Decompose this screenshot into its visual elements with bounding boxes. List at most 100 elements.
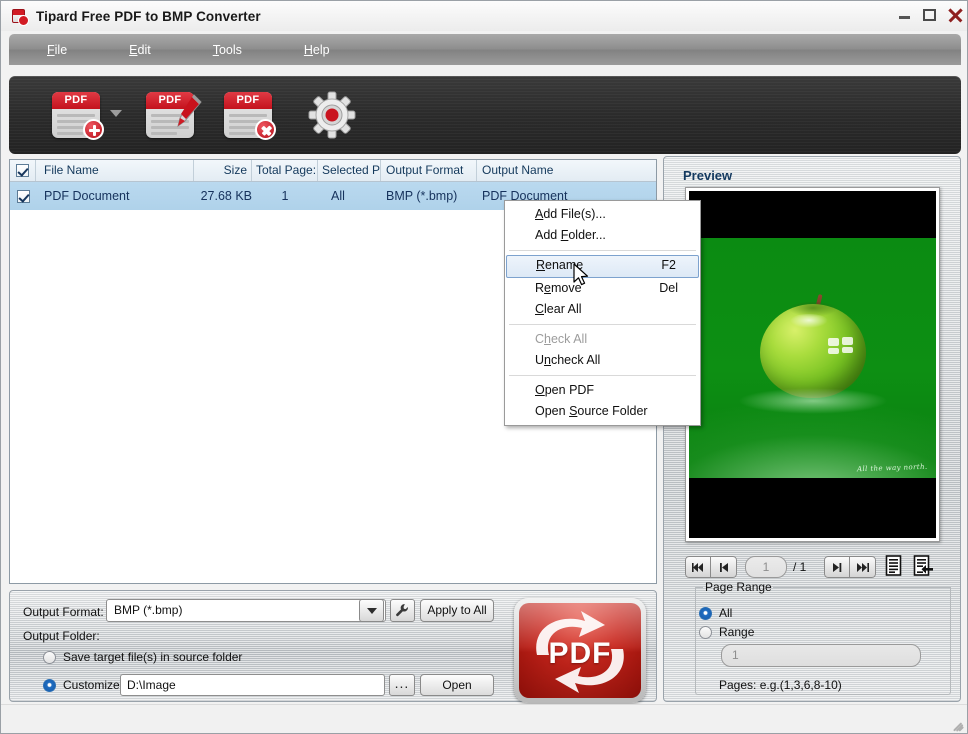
ctx-rename-mnemonic: R — [536, 258, 546, 272]
page-total-label: / 1 — [793, 560, 807, 574]
nav-left-group — [685, 556, 737, 578]
rename-pdf-button[interactable]: PDF — [146, 90, 202, 140]
menu-item-help[interactable]: Help — [294, 40, 340, 60]
ctx-add-folder-pre: Add — [535, 228, 561, 242]
remove-pdf-button[interactable]: PDF — [224, 90, 278, 140]
image-signature: All the way north. — [857, 462, 929, 474]
next-page-glyph — [833, 562, 842, 572]
ctx-check-all-post: eck All — [550, 332, 588, 346]
last-page-icon[interactable] — [850, 556, 877, 578]
row-checkbox-cell[interactable] — [10, 189, 36, 203]
menu-item-file[interactable]: File — [37, 40, 77, 60]
pdf-add-icon-caption: PDF — [52, 92, 100, 109]
output-folder-label: Output Folder: — [23, 629, 100, 643]
context-menu-item-clear-all[interactable]: Clear All — [505, 299, 700, 320]
context-menu-item-rename[interactable]: Rename F2 — [506, 255, 699, 278]
output-format-select[interactable]: BMP (*.bmp) — [106, 599, 386, 622]
convert-button[interactable]: PDF — [514, 598, 646, 703]
document-export-glyph — [914, 554, 934, 576]
cell-selected-pages: All — [331, 189, 345, 203]
column-header-output-name[interactable]: Output Name — [477, 160, 656, 181]
status-bar — [1, 704, 967, 733]
wrench-icon[interactable] — [390, 599, 415, 622]
page-range-all-radio[interactable] — [699, 606, 712, 620]
ctx-clear-all-mnemonic: C — [535, 302, 545, 316]
customize-folder-radio[interactable] — [43, 678, 56, 692]
page-range-range-option[interactable]: Range — [699, 625, 754, 639]
open-folder-button[interactable]: Open — [420, 674, 494, 696]
apple-highlight — [789, 314, 828, 328]
title-bar: Tipard Free PDF to BMP Converter — [1, 1, 967, 31]
next-page-icon[interactable] — [824, 556, 851, 578]
app-icon — [10, 7, 29, 26]
settings-gear-button[interactable] — [308, 91, 356, 139]
apply-to-all-button[interactable]: Apply to All — [420, 599, 494, 622]
preview-image-container[interactable]: All the way north. — [685, 187, 940, 542]
ctx-rename-accelerator: F2 — [661, 258, 676, 272]
first-page-icon[interactable] — [685, 556, 711, 578]
column-header-output-format[interactable]: Output Format — [381, 160, 477, 181]
select-all-checkbox-cell[interactable] — [10, 160, 36, 181]
minimize-icon[interactable] — [897, 7, 913, 23]
output-path-input[interactable]: D:\Image — [120, 674, 385, 696]
column-header-size[interactable]: Size — [194, 160, 252, 181]
resize-grip[interactable] — [951, 716, 965, 732]
customize-folder-label: Customize: — [63, 678, 124, 692]
ctx-open-pdf-post: pen PDF — [544, 383, 595, 397]
save-in-source-folder-option[interactable]: Save target file(s) in source folder — [43, 650, 242, 664]
apple-reflection — [737, 388, 888, 414]
window-title: Tipard Free PDF to BMP Converter — [36, 8, 261, 24]
select-all-checkbox[interactable] — [16, 164, 29, 177]
apple-window-reflection — [841, 337, 853, 345]
menu-item-tools[interactable]: Tools — [203, 40, 252, 60]
first-page-glyph — [692, 562, 703, 572]
page-range-all-option[interactable]: All — [699, 606, 732, 620]
save-in-source-folder-radio[interactable] — [43, 650, 56, 664]
chevron-down-icon[interactable] — [359, 599, 384, 622]
page-number-input[interactable]: 1 — [745, 556, 787, 578]
pen-icon — [177, 94, 202, 128]
ctx-check-all-pre: C — [535, 332, 545, 346]
context-menu-item-remove[interactable]: Remove Del — [505, 278, 700, 299]
ctx-remove-accelerator: Del — [659, 281, 678, 295]
ctx-uncheck-all-post: check All — [550, 353, 601, 367]
menu-edit-mnemonic: E — [129, 42, 138, 57]
menu-file-rest: ile — [54, 42, 68, 57]
cross-badge-icon — [255, 119, 276, 140]
menu-file-mnemonic: F — [47, 42, 55, 57]
page-range-input[interactable]: 1 — [721, 644, 921, 667]
context-menu-item-add-folder[interactable]: Add Folder... — [505, 225, 700, 246]
ctx-remove-pre: R — [535, 281, 545, 295]
previous-page-glyph — [719, 562, 728, 572]
menu-item-edit[interactable]: Edit — [119, 40, 161, 60]
context-menu-item-open-pdf[interactable]: Open PDF — [505, 380, 700, 401]
page-range-range-radio[interactable] — [699, 625, 712, 639]
column-header-total-pages[interactable]: Total Page: — [252, 160, 318, 181]
document-export-icon[interactable] — [913, 554, 934, 580]
page-range-range-label: Range — [719, 625, 755, 639]
ctx-check-all-mnemonic: h — [544, 332, 551, 346]
customize-folder-option[interactable]: Customize: — [43, 678, 123, 692]
context-menu-separator — [509, 250, 696, 251]
close-icon[interactable] — [947, 7, 963, 23]
page-range-all-label: All — [719, 606, 733, 620]
context-menu-item-open-source-folder[interactable]: Open Source Folder — [505, 401, 700, 422]
column-header-selected-pages[interactable]: Selected P: — [318, 160, 381, 181]
chevron-down-icon[interactable] — [110, 110, 122, 117]
context-menu-item-add-files[interactable]: Add File(s)... — [505, 204, 700, 225]
context-menu-separator — [509, 324, 696, 325]
context-menu-item-check-all: Check All — [505, 329, 700, 350]
document-icon[interactable] — [885, 554, 904, 580]
add-pdf-button[interactable]: PDF — [52, 90, 122, 140]
ctx-add-files-post: dd File(s)... — [543, 207, 606, 221]
preview-navigation: 1 / 1 — [685, 554, 941, 580]
cell-total-pages: 1 — [281, 189, 289, 203]
column-header-file-name[interactable]: File Name — [36, 160, 194, 181]
previous-page-icon[interactable] — [711, 556, 737, 578]
cell-output-format: BMP (*.bmp) — [386, 189, 458, 203]
convert-button-label: PDF — [548, 637, 612, 670]
maximize-icon[interactable] — [922, 7, 938, 23]
context-menu-item-uncheck-all[interactable]: Uncheck All — [505, 350, 700, 371]
browse-folder-button[interactable]: ... — [389, 674, 415, 696]
row-checkbox[interactable] — [16, 189, 30, 203]
